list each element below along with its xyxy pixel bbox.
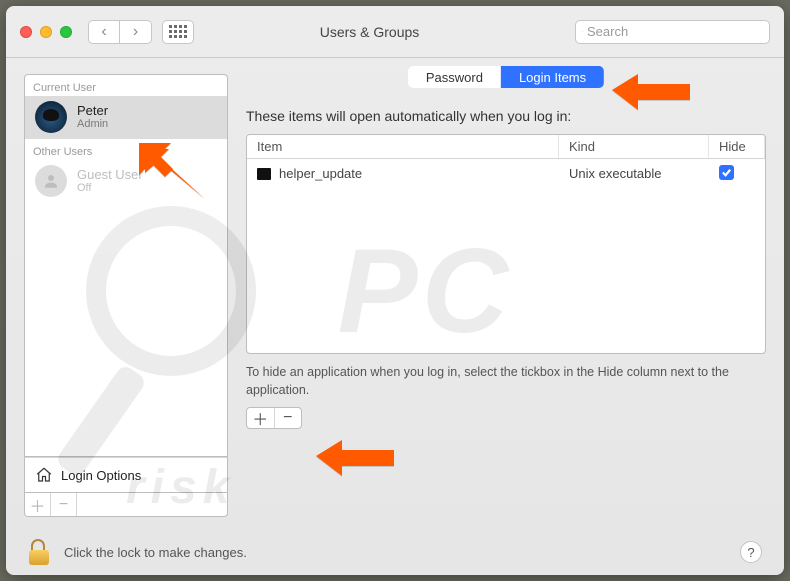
cell-hide — [709, 161, 765, 185]
preferences-window: ‹ › Users & Groups Current User Peter Ad… — [6, 6, 784, 575]
user-name: Guest User — [77, 167, 143, 183]
avatar — [35, 101, 67, 133]
lock-button[interactable] — [28, 539, 50, 565]
cell-kind: Unix executable — [559, 162, 709, 185]
user-name: Peter — [77, 103, 108, 119]
close-window-button[interactable] — [20, 26, 32, 38]
terminal-icon — [257, 168, 271, 180]
avatar — [35, 165, 67, 197]
minimize-window-button[interactable] — [40, 26, 52, 38]
user-row-peter[interactable]: Peter Admin — [25, 96, 227, 139]
chevron-left-icon: ‹ — [101, 23, 106, 41]
house-icon — [35, 466, 53, 484]
tab-login-items[interactable]: Login Items — [501, 66, 604, 88]
login-items-table: Item Kind Hide helper_update Unix execut… — [246, 134, 766, 354]
add-user-button[interactable]: ＋ — [25, 493, 51, 516]
nav-buttons: ‹ › — [88, 20, 152, 44]
search-field[interactable] — [575, 20, 770, 44]
hide-checkbox[interactable] — [719, 165, 734, 180]
zoom-window-button[interactable] — [60, 26, 72, 38]
table-header: Item Kind Hide — [247, 135, 765, 159]
cell-item: helper_update — [247, 162, 559, 185]
sidebar-add-remove: ＋ − — [24, 493, 228, 517]
current-user-label: Current User — [25, 75, 227, 96]
tab-password[interactable]: Password — [408, 66, 501, 88]
search-icon — [582, 25, 583, 38]
login-items-add-remove: ＋ − — [246, 407, 302, 429]
remove-login-item-button[interactable]: − — [275, 408, 302, 428]
col-kind[interactable]: Kind — [559, 135, 709, 158]
item-name: helper_update — [279, 166, 362, 181]
other-users-label: Other Users — [25, 139, 227, 160]
search-input[interactable] — [587, 24, 763, 39]
add-login-item-button[interactable]: ＋ — [247, 408, 275, 428]
main-panel: Password Login Items These items will op… — [246, 74, 766, 517]
lock-hint-text: Click the lock to make changes. — [64, 545, 726, 560]
hide-hint-text: To hide an application when you log in, … — [246, 364, 766, 399]
sidebar: Current User Peter Admin Other Users Gue… — [24, 74, 228, 517]
check-icon — [721, 167, 732, 178]
user-role: Off — [77, 182, 143, 195]
user-role: Admin — [77, 118, 108, 131]
login-options-button[interactable]: Login Options — [24, 457, 228, 493]
toolbar: ‹ › Users & Groups — [6, 6, 784, 58]
help-button[interactable]: ? — [740, 541, 762, 563]
login-items-description: These items will open automatically when… — [246, 108, 766, 124]
col-hide[interactable]: Hide — [709, 135, 765, 158]
tab-group: Password Login Items — [408, 66, 604, 88]
chevron-right-icon: › — [133, 23, 138, 41]
footer: Click the lock to make changes. ? — [6, 529, 784, 575]
user-list: Current User Peter Admin Other Users Gue… — [24, 74, 228, 457]
forward-button[interactable]: › — [120, 20, 152, 44]
window-controls — [20, 26, 72, 38]
login-options-label: Login Options — [61, 468, 141, 483]
window-title: Users & Groups — [164, 24, 575, 40]
person-icon — [42, 172, 60, 190]
table-row[interactable]: helper_update Unix executable — [247, 159, 765, 187]
remove-user-button[interactable]: − — [51, 493, 77, 516]
col-item[interactable]: Item — [247, 135, 559, 158]
back-button[interactable]: ‹ — [88, 20, 120, 44]
user-row-guest[interactable]: Guest User Off — [25, 160, 227, 203]
